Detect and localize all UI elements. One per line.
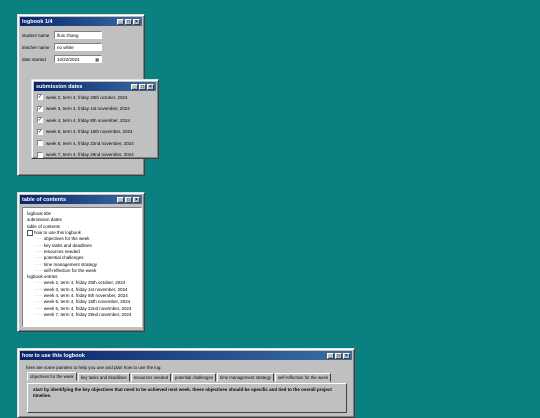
submission-checkbox[interactable]	[37, 151, 43, 158]
toc-item-label: week 4, term 4, friday 8th november, 202…	[43, 293, 128, 299]
submission-date-label: week 5, term 4, friday 15th november, 20…	[46, 129, 133, 134]
logbook-title: logbook 1/4	[22, 18, 53, 25]
toc-item-label: key tasks and deadlines	[43, 242, 92, 248]
submission-date-label: week 2, term 4, friday 25th october, 202…	[46, 94, 128, 100]
date-started-field[interactable]: 10/22/2024 ▦	[54, 55, 102, 63]
maximize-button[interactable]: □	[335, 352, 342, 359]
toc-item-label: week 5, term 4, friday 15th november, 20…	[43, 299, 131, 305]
howto-tab[interactable]: time management strategy	[216, 373, 274, 382]
date-started-label: date started	[22, 56, 46, 62]
howto-tab[interactable]: resources needed	[130, 373, 171, 382]
toc-item[interactable]: week 7, term 4, friday 29nd november, 20…	[27, 312, 137, 318]
calendar-icon[interactable]: ▦	[95, 57, 99, 62]
toc-titlebar[interactable]: table of contents _ □ ×	[20, 195, 142, 204]
minimize-button[interactable]: _	[327, 352, 334, 359]
submission-checkbox[interactable]: ✓	[37, 105, 43, 112]
submission-date-row[interactable]: week 7, term 4, friday 29nd november, 20…	[37, 151, 134, 158]
close-button[interactable]: ×	[343, 352, 350, 359]
submission-date-row[interactable]: ✓ week 3, term 4, friday 1st november, 20…	[37, 105, 130, 112]
toc-item-label: week 3, term 4, friday 1st november, 202…	[43, 286, 128, 292]
submission-date-row[interactable]: ✓ week 4, term 4, friday 8th november, 20…	[37, 117, 130, 123]
howto-tab[interactable]: key tasks and deadlines	[77, 373, 130, 382]
howto-tab[interactable]: objectives for the week	[27, 372, 77, 381]
toc-item-label: objectives for the week	[43, 236, 90, 242]
submission-checkbox[interactable]: ✓	[37, 94, 43, 100]
howto-panel-text: start by identifying the key objectives …	[33, 387, 332, 398]
minimize-button[interactable]: _	[117, 196, 124, 203]
howto-title: how to use this logbook	[22, 352, 85, 359]
submission-date-row[interactable]: ✓ week 2, term 4, friday 25th october, 20…	[37, 94, 128, 100]
submission-checkbox[interactable]	[37, 140, 43, 146]
maximize-button[interactable]: □	[125, 196, 132, 203]
expand-toggle-icon[interactable]	[27, 229, 33, 236]
submission-date-label: week 4, term 4, friday 8th november, 202…	[46, 117, 131, 123]
howto-tabs: objectives for the week key tasks and dea…	[27, 372, 332, 382]
howto-tab-panel: start by identifying the key objectives …	[27, 383, 347, 413]
toc-item-label: how to use this logbook	[34, 230, 82, 236]
howto-tab[interactable]: self-reflection for the week	[274, 373, 332, 382]
howto-intro: here are some pointers to help you use a…	[26, 365, 162, 370]
teacher-name-field[interactable]: no white	[54, 43, 102, 51]
toc-list: logbook title submission dates table of co…	[22, 207, 142, 327]
teacher-name-label: teacher name	[22, 44, 50, 50]
toc-item-label: week 7, term 4, friday 29nd november, 20…	[43, 311, 132, 317]
toc-item-label: time management strategy	[43, 261, 98, 267]
howto-window: how to use this logbook _ □ × here are s…	[17, 348, 355, 418]
submission-date-label: week 7, term 4, friday 29nd november, 20…	[46, 152, 134, 157]
close-button[interactable]: ×	[133, 196, 140, 203]
toc-window: table of contents _ □ × logbook title sub…	[17, 192, 145, 332]
toc-item-label: table of contents	[27, 223, 61, 229]
toc-item-label: resources needed	[43, 248, 80, 254]
minimize-button[interactable]: _	[117, 18, 124, 25]
toc-item-label: logbook entries	[27, 274, 58, 280]
submission-date-label: week 3, term 4, friday 1st november, 202…	[46, 106, 130, 111]
submission-date-row[interactable]: ✓ week 5, term 4, friday 15th november, 2…	[37, 128, 133, 135]
howto-tab[interactable]: potential challenges	[172, 373, 216, 382]
minimize-button[interactable]: _	[131, 83, 138, 90]
logbook-titlebar[interactable]: logbook 1/4 _ □ ×	[20, 17, 142, 26]
submission-titlebar[interactable]: submission dates _ □ ×	[34, 82, 156, 91]
maximize-button[interactable]: □	[125, 18, 132, 25]
close-button[interactable]: ×	[147, 83, 154, 90]
howto-titlebar[interactable]: how to use this logbook _ □ ×	[20, 351, 352, 360]
toc-item-label: self-reflection for the week	[43, 267, 97, 273]
submission-checkbox[interactable]: ✓	[37, 117, 43, 123]
toc-item-label: potential challenges	[43, 255, 84, 261]
submission-date-label: week 6, term 4, friday 22nd november, 20…	[46, 140, 134, 146]
toc-title: table of contents	[22, 196, 67, 203]
submission-dates-window: submission dates _ □ × ✓ week 2, term 4, …	[31, 79, 159, 159]
submission-title: submission dates	[36, 83, 83, 90]
student-name-field[interactable]: lfuis zhang	[54, 31, 102, 39]
date-started-value: 10/22/2024	[57, 56, 80, 62]
toc-item-label: logbook title	[27, 211, 52, 216]
toc-item-label: week 6, term 4, friday 22nd november, 20…	[43, 305, 132, 311]
submission-checkbox[interactable]: ✓	[37, 128, 43, 135]
close-button[interactable]: ×	[133, 18, 140, 25]
toc-item-label: week 2, term 4, friday 25th october, 202…	[43, 280, 126, 286]
student-name-label: student name	[22, 32, 50, 38]
maximize-button[interactable]: □	[139, 83, 146, 90]
submission-date-row[interactable]: week 6, term 4, friday 22nd november, 20…	[37, 140, 134, 146]
toc-item-label: submission dates	[27, 217, 62, 223]
